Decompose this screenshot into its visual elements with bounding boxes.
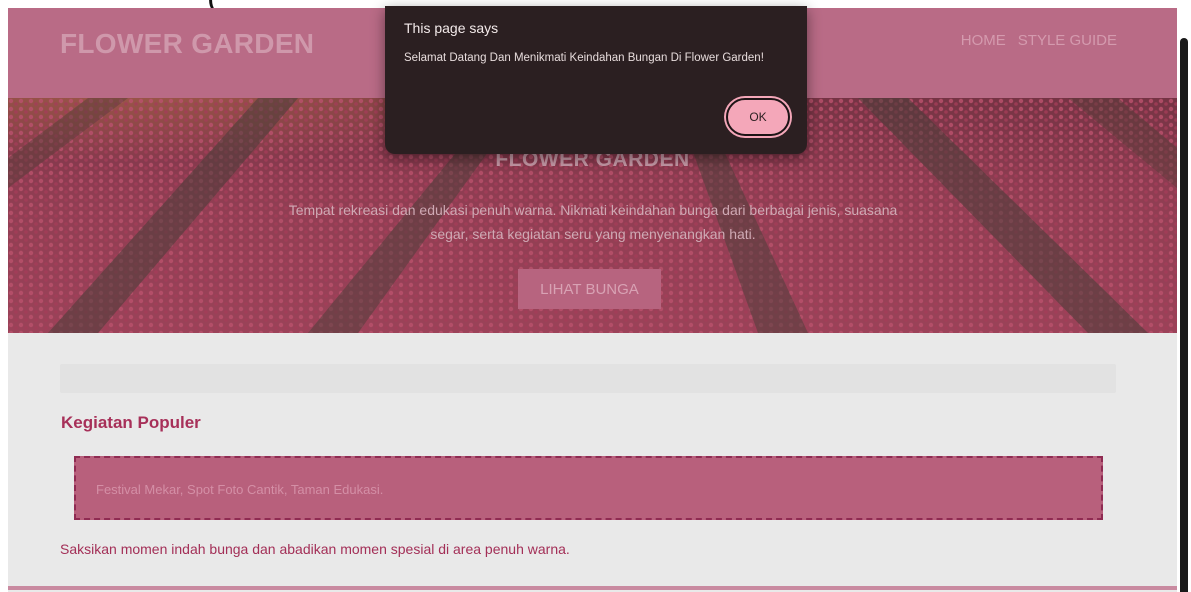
scrollbar[interactable] bbox=[1177, 8, 1191, 592]
alert-dialog: This page says Selamat Datang Dan Menikm… bbox=[385, 6, 807, 154]
nav-link-home[interactable]: HOME bbox=[961, 32, 1006, 49]
dialog-title: This page says bbox=[404, 20, 499, 36]
hero-description: Tempat rekreasi dan edukasi penuh warna.… bbox=[288, 202, 898, 242]
section-title: Kegiatan Populer bbox=[61, 413, 201, 432]
ok-button[interactable]: OK bbox=[726, 98, 790, 136]
highlight-text: Festival Mekar, Spot Foto Cantik, Taman … bbox=[96, 482, 384, 497]
nav-links: HOME STYLE GUIDE bbox=[961, 32, 1117, 49]
body-paragraph: Saksikan momen indah bunga dan abadikan … bbox=[60, 541, 570, 557]
empty-band bbox=[60, 364, 1116, 393]
highlight-box: Festival Mekar, Spot Foto Cantik, Taman … bbox=[74, 456, 1103, 520]
lihat-bunga-button[interactable]: LIHAT BUNGA bbox=[518, 269, 661, 309]
nav-link-style-guide[interactable]: STYLE GUIDE bbox=[1018, 32, 1117, 49]
footer-line bbox=[8, 586, 1177, 590]
scroll-thumb[interactable] bbox=[1180, 38, 1188, 592]
site-logo[interactable]: FLOWER GARDEN bbox=[60, 28, 314, 60]
dialog-message: Selamat Datang Dan Menikmati Keindahan B… bbox=[404, 52, 764, 64]
